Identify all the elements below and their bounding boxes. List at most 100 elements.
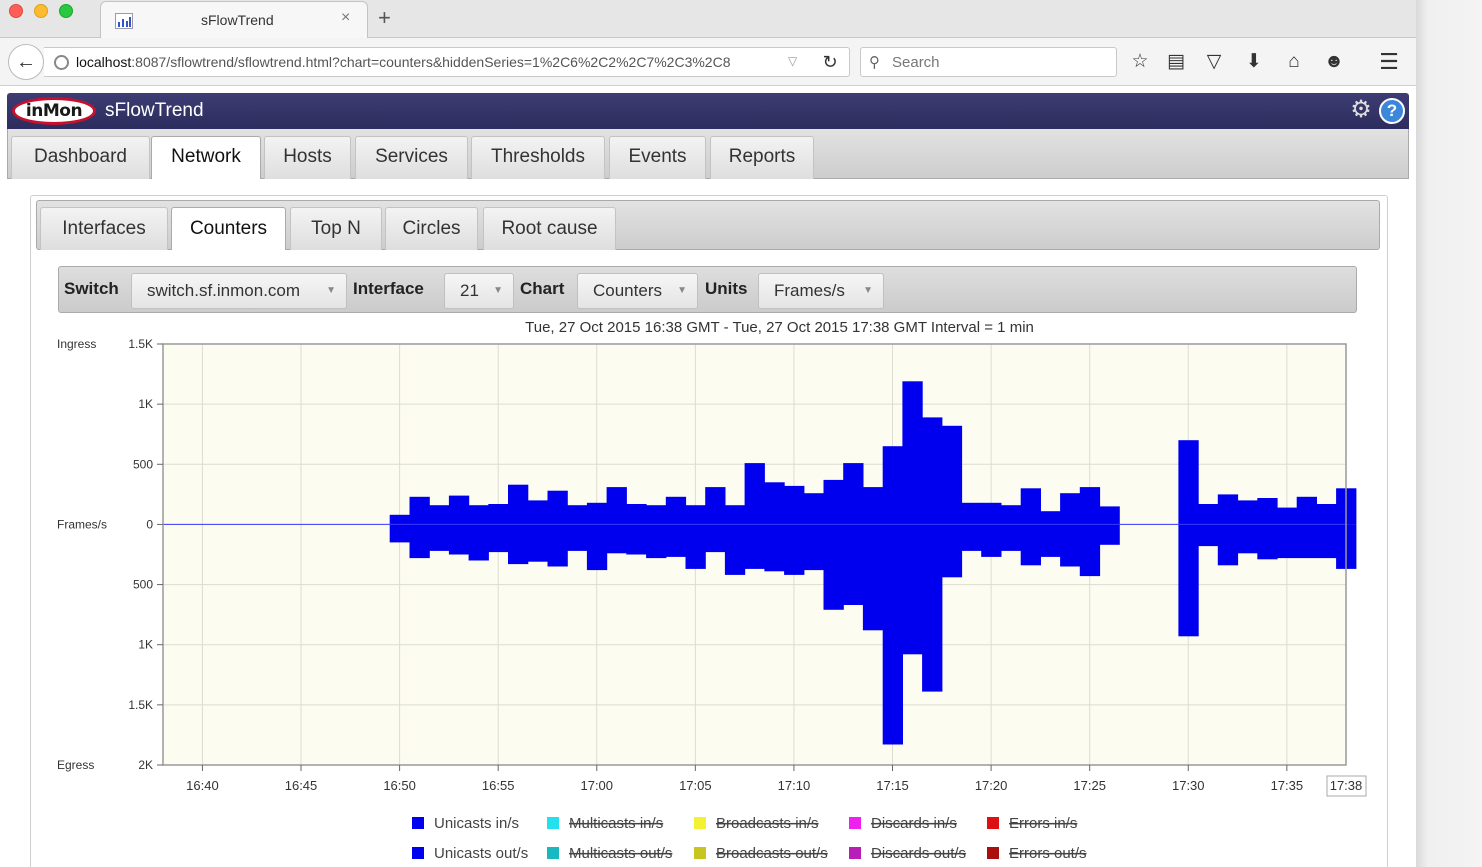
x-tick-label: 17:10 bbox=[778, 778, 811, 793]
data-bar bbox=[468, 524, 489, 561]
legend-swatch bbox=[412, 847, 424, 859]
x-tick-label: 16:40 bbox=[186, 778, 219, 793]
data-bar bbox=[1296, 524, 1317, 559]
legend-item[interactable]: Errors in/s bbox=[1009, 815, 1077, 832]
y-tick-label: 0 bbox=[146, 517, 153, 531]
legend-item[interactable]: Unicasts out/s bbox=[434, 845, 528, 862]
data-bar bbox=[488, 504, 509, 525]
data-bar bbox=[1178, 440, 1199, 525]
legend-swatch bbox=[694, 817, 706, 829]
data-bar bbox=[1020, 524, 1041, 566]
data-bar bbox=[961, 502, 982, 525]
data-bar bbox=[843, 463, 864, 525]
x-tick-label: 16:45 bbox=[285, 778, 318, 793]
legend-swatch bbox=[987, 847, 999, 859]
legend-swatch bbox=[849, 847, 861, 859]
x-tick-label: 17:00 bbox=[580, 778, 613, 793]
data-bar bbox=[1237, 500, 1258, 525]
data-bar bbox=[784, 485, 805, 525]
y-tick-label: 1.5K bbox=[128, 337, 153, 351]
data-bar bbox=[784, 524, 805, 575]
data-bar bbox=[606, 524, 627, 554]
x-tick-label: 17:20 bbox=[975, 778, 1008, 793]
legend-item[interactable]: Multicasts in/s bbox=[569, 815, 663, 832]
data-bar bbox=[1020, 488, 1041, 525]
data-bar bbox=[882, 446, 903, 525]
data-bar bbox=[1099, 506, 1120, 525]
data-bar bbox=[488, 524, 509, 553]
data-bar bbox=[586, 502, 608, 525]
data-bar bbox=[862, 524, 884, 631]
data-bar bbox=[1198, 524, 1219, 547]
data-bar bbox=[744, 524, 765, 569]
data-bar bbox=[409, 496, 430, 525]
legend-item[interactable]: Discards out/s bbox=[871, 845, 966, 862]
x-tick-label: 17:25 bbox=[1073, 778, 1106, 793]
data-bar bbox=[941, 524, 963, 578]
chart-title: Tue, 27 Oct 2015 16:38 GMT - Tue, 27 Oct… bbox=[525, 319, 1034, 336]
data-bar bbox=[803, 493, 825, 525]
y-tick-label: 1K bbox=[138, 638, 153, 652]
legend-item[interactable]: Errors out/s bbox=[1009, 845, 1087, 862]
legend-item[interactable]: Unicasts in/s bbox=[434, 815, 519, 832]
legend-swatch bbox=[694, 847, 706, 859]
legend-item[interactable]: Broadcasts out/s bbox=[716, 845, 828, 862]
data-bar bbox=[1079, 524, 1101, 577]
data-bar bbox=[567, 505, 588, 525]
data-bar bbox=[981, 524, 1002, 557]
data-bar bbox=[764, 482, 785, 525]
data-bar bbox=[862, 487, 884, 525]
data-bar bbox=[429, 524, 450, 551]
data-bar bbox=[705, 524, 726, 553]
data-bar bbox=[1099, 524, 1120, 545]
browser-window: sFlowTrend × + ← localhost:8087/sflowtre… bbox=[0, 0, 1416, 867]
data-bar bbox=[1257, 498, 1278, 525]
data-bar bbox=[389, 524, 410, 543]
data-bar bbox=[626, 524, 647, 555]
data-bar bbox=[685, 524, 706, 569]
data-bar bbox=[508, 484, 529, 525]
data-bar bbox=[981, 502, 1002, 525]
data-bar bbox=[705, 487, 726, 525]
data-bar bbox=[922, 524, 943, 692]
data-bar bbox=[724, 524, 746, 575]
data-bar bbox=[547, 524, 568, 567]
legend-item[interactable]: Multicasts out/s bbox=[569, 845, 672, 862]
data-bar bbox=[389, 514, 410, 525]
legend-swatch bbox=[412, 817, 424, 829]
data-bar bbox=[429, 505, 450, 525]
data-bar bbox=[823, 479, 844, 525]
legend-swatch bbox=[547, 817, 559, 829]
legend-swatch bbox=[987, 817, 999, 829]
y-tick-label: 500 bbox=[133, 457, 153, 471]
x-tick-label: 16:50 bbox=[383, 778, 416, 793]
y-tick-label: 1K bbox=[138, 397, 153, 411]
legend-item[interactable]: Discards in/s bbox=[871, 815, 957, 832]
data-bar bbox=[823, 524, 844, 610]
data-bar bbox=[1198, 504, 1219, 525]
data-bar bbox=[586, 524, 608, 571]
data-bar bbox=[1237, 524, 1258, 554]
data-bar bbox=[922, 417, 943, 525]
data-bar bbox=[527, 500, 549, 525]
x-tick-label: 16:55 bbox=[482, 778, 515, 793]
y-label-egress: Egress bbox=[57, 758, 94, 772]
legend-swatch bbox=[547, 847, 559, 859]
data-bar bbox=[843, 524, 864, 605]
y-axis-label: Frames/s bbox=[57, 517, 107, 531]
data-bar bbox=[1217, 524, 1239, 566]
data-bar bbox=[1001, 524, 1022, 551]
data-bar bbox=[567, 524, 588, 551]
y-tick-label: 500 bbox=[133, 578, 153, 592]
x-tick-label: 17:05 bbox=[679, 778, 712, 793]
x-tick-label: 17:15 bbox=[876, 778, 909, 793]
data-bar bbox=[764, 524, 785, 572]
counters-chart[interactable]: Tue, 27 Oct 2015 16:38 GMT - Tue, 27 Oct… bbox=[0, 0, 1416, 867]
data-bar bbox=[665, 496, 687, 525]
data-bar bbox=[882, 524, 903, 745]
y-tick-label: 1.5K bbox=[128, 698, 153, 712]
data-bar bbox=[941, 425, 963, 525]
data-bar bbox=[448, 524, 470, 555]
legend-item[interactable]: Broadcasts in/s bbox=[716, 815, 819, 832]
data-bar bbox=[803, 524, 825, 571]
